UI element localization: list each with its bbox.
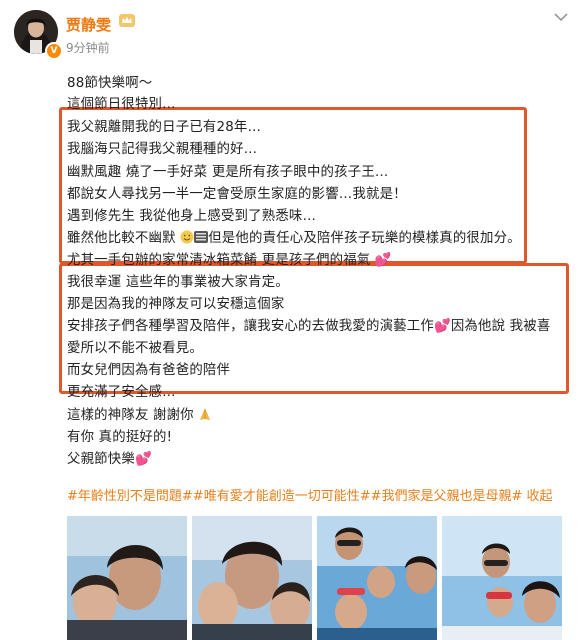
hashtag-link[interactable]: #唯有愛才能創造一切可能性# — [193, 489, 371, 504]
post-line-text: 雖然他比較不幽默 — [67, 231, 176, 246]
post-line: 我父親離開我的日子已有28年… — [67, 120, 262, 135]
hashtag-row: #年齡性別不是問題##唯有愛才能創造一切可能性##我們家是父親也是母親# 收起 — [67, 485, 553, 504]
post-photo-3[interactable] — [317, 516, 437, 640]
post-line-text: 安排孩子們各種學習及陪伴，讓我安心的去做我愛的演藝工作 — [67, 319, 434, 334]
post-line-with-emoji: 安排孩子們各種學習及陪伴，讓我安心的去做我愛的演藝工作💕因為他說 我被喜 — [67, 314, 550, 334]
post-line: 而女兒們因為有爸爸的陪伴 — [67, 363, 231, 378]
post-line-with-emoji: 尤其一手包辦的家常清冰箱菜餚 更是孩子們的福氣 💕 — [67, 248, 392, 268]
post-line: 那是因為我的神隊友可以安穩這個家 — [67, 297, 285, 312]
heart-emoji-icon: 💕 — [433, 319, 451, 334]
post-line-text: 尤其一手包辦的家常清冰箱菜餚 更是孩子們的福氣 — [67, 253, 371, 268]
post-line-with-emoji: 雖然他比較不幽默 但是他的責任心及陪伴孩子玩樂的模樣真的很加分。 — [67, 226, 521, 246]
post-line-with-emoji: 父親節快樂💕 — [67, 447, 152, 467]
heart-emoji-icon: 💕 — [134, 452, 152, 467]
post-line: 愛所以不能不被看見。 — [67, 341, 203, 356]
post-line-text: 父親節快樂 — [67, 452, 135, 467]
post-line: 這個節日很特別… — [67, 97, 176, 112]
author-name[interactable]: 贾静雯 — [66, 14, 111, 35]
post-photo-2[interactable] — [192, 516, 312, 640]
ellipsis-emoji-icon — [194, 231, 209, 243]
post-photo-4[interactable] — [442, 516, 562, 640]
post-line: 遇到修先生 我從他身上感受到了熟悉味… — [67, 209, 317, 224]
post-line-text: 因為他說 我被喜 — [450, 319, 551, 334]
post-line: 我很幸運 這些年的事業被大家肯定。 — [67, 275, 289, 290]
hashtag-link[interactable]: #我們家是父親也是母親# — [371, 489, 523, 504]
post-time: 9分钟前 — [66, 41, 110, 55]
post-line: 更充滿了安全感… — [67, 385, 176, 400]
post-line: 88節快樂啊～ — [67, 76, 153, 91]
praying-hands-icon — [200, 408, 211, 420]
heart-emoji-icon: 💕 — [374, 253, 392, 268]
post-photo-1[interactable] — [67, 516, 187, 640]
post-line-with-emoji: 這樣的神隊友 謝謝你 — [67, 403, 212, 423]
post-line: 有你 真的挺好的! — [67, 430, 173, 445]
hashtag-link[interactable]: #年齡性別不是問題# — [67, 489, 193, 504]
chevron-down-icon[interactable] — [550, 10, 572, 26]
post-line-text: 但是他的責任心及陪伴孩子玩樂的模樣真的很加分。 — [208, 231, 521, 246]
collapse-link[interactable]: 收起 — [527, 489, 553, 504]
crown-icon — [119, 14, 135, 27]
smile-emoji-icon — [180, 230, 194, 244]
post-line-text: 這樣的神隊友 謝謝你 — [67, 408, 194, 423]
post-line: 我腦海只記得我父親種種的好… — [67, 142, 258, 157]
post-line: 都說女人尋找另一半一定會受原生家庭的影響…我就是！ — [67, 187, 407, 202]
verified-badge-icon: V — [45, 42, 63, 60]
post-line: 幽默風趣 燒了一手好菜 更是所有孩子眼中的孩子王… — [67, 165, 389, 180]
